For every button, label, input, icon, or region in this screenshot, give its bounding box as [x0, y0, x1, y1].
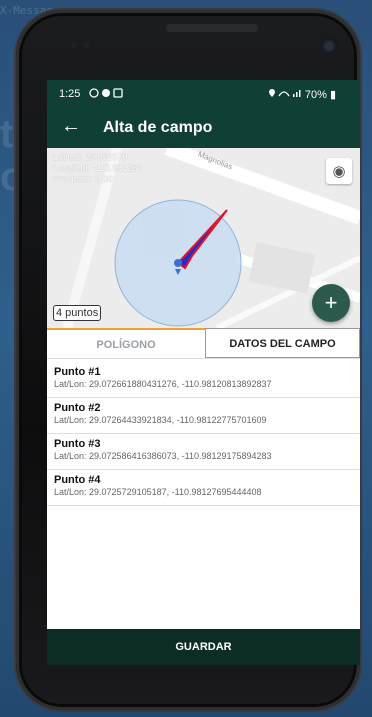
background-letter: t [0, 112, 14, 156]
status-time: 1:25 [59, 88, 81, 100]
page-title: Alta de campo [103, 119, 213, 136]
gps-info: Latitud: 29.072579 Longitud: -110.981282… [53, 152, 142, 185]
app-bar: ← Alta de campo [47, 108, 360, 148]
precision-text: Precisión: 6.00 [53, 174, 113, 184]
status-bar: 1:25 70% ▮ [47, 80, 360, 108]
point-coords: Lat/Lon: 29.072586416386073, -110.981291… [54, 451, 272, 461]
status-right: 70% ▮ [268, 88, 336, 101]
sensor [84, 42, 90, 48]
battery-icon: ▮ [329, 89, 336, 101]
front-camera [321, 38, 337, 54]
list-item[interactable]: Punto #4 Lat/Lon: 29.0725729105187, -110… [47, 470, 360, 506]
my-location-icon: ◉ [332, 163, 346, 180]
app-screen: 1:25 70% ▮ ← Alta de campo Latitud: 29.0… [47, 80, 360, 665]
point-coords: Lat/Lon: 29.072661880431276, -110.981208… [54, 379, 272, 389]
list-item[interactable]: Punto #1 Lat/Lon: 29.072661880431276, -1… [47, 362, 360, 398]
point-coords: Lat/Lon: 29.07264433921834, -110.9812277… [54, 415, 267, 425]
tab-bar: POLÍGONO DATOS DEL CAMPO [47, 328, 360, 359]
notification-icons [89, 88, 123, 101]
point-title: Punto #1 [54, 366, 101, 378]
point-title: Punto #2 [54, 402, 101, 414]
arrow-left-icon[interactable]: ← [61, 116, 81, 136]
points-count-badge: 4 puntos [53, 305, 102, 321]
map-view[interactable]: Latitud: 29.072579 Longitud: -110.981282… [47, 148, 360, 328]
list-item[interactable]: Punto #2 Lat/Lon: 29.07264433921834, -11… [47, 398, 360, 434]
point-title: Punto #3 [54, 438, 101, 450]
signal-icons [268, 89, 301, 97]
add-point-button[interactable]: + [312, 284, 350, 322]
points-list: Punto #1 Lat/Lon: 29.072661880431276, -1… [47, 362, 360, 506]
tab-polygon[interactable]: POLÍGONO [47, 328, 205, 360]
sensor [71, 42, 77, 48]
longitude-text: Longitud: -110.981282 [53, 163, 143, 173]
list-item[interactable]: Punto #3 Lat/Lon: 29.072586416386073, -1… [47, 434, 360, 470]
latitude-text: Latitud: 29.072579 [53, 152, 128, 162]
my-location-button[interactable]: ◉ [326, 158, 352, 184]
speaker-grille [166, 24, 258, 32]
tab-field-data[interactable]: DATOS DEL CAMPO [205, 328, 360, 358]
whatsapp-icon [89, 88, 123, 98]
point-coords: Lat/Lon: 29.0725729105187, -110.98127695… [54, 487, 262, 497]
battery-percent: 70% [304, 89, 327, 101]
save-button[interactable]: GUARDAR [47, 629, 360, 665]
point-title: Punto #4 [54, 474, 101, 486]
